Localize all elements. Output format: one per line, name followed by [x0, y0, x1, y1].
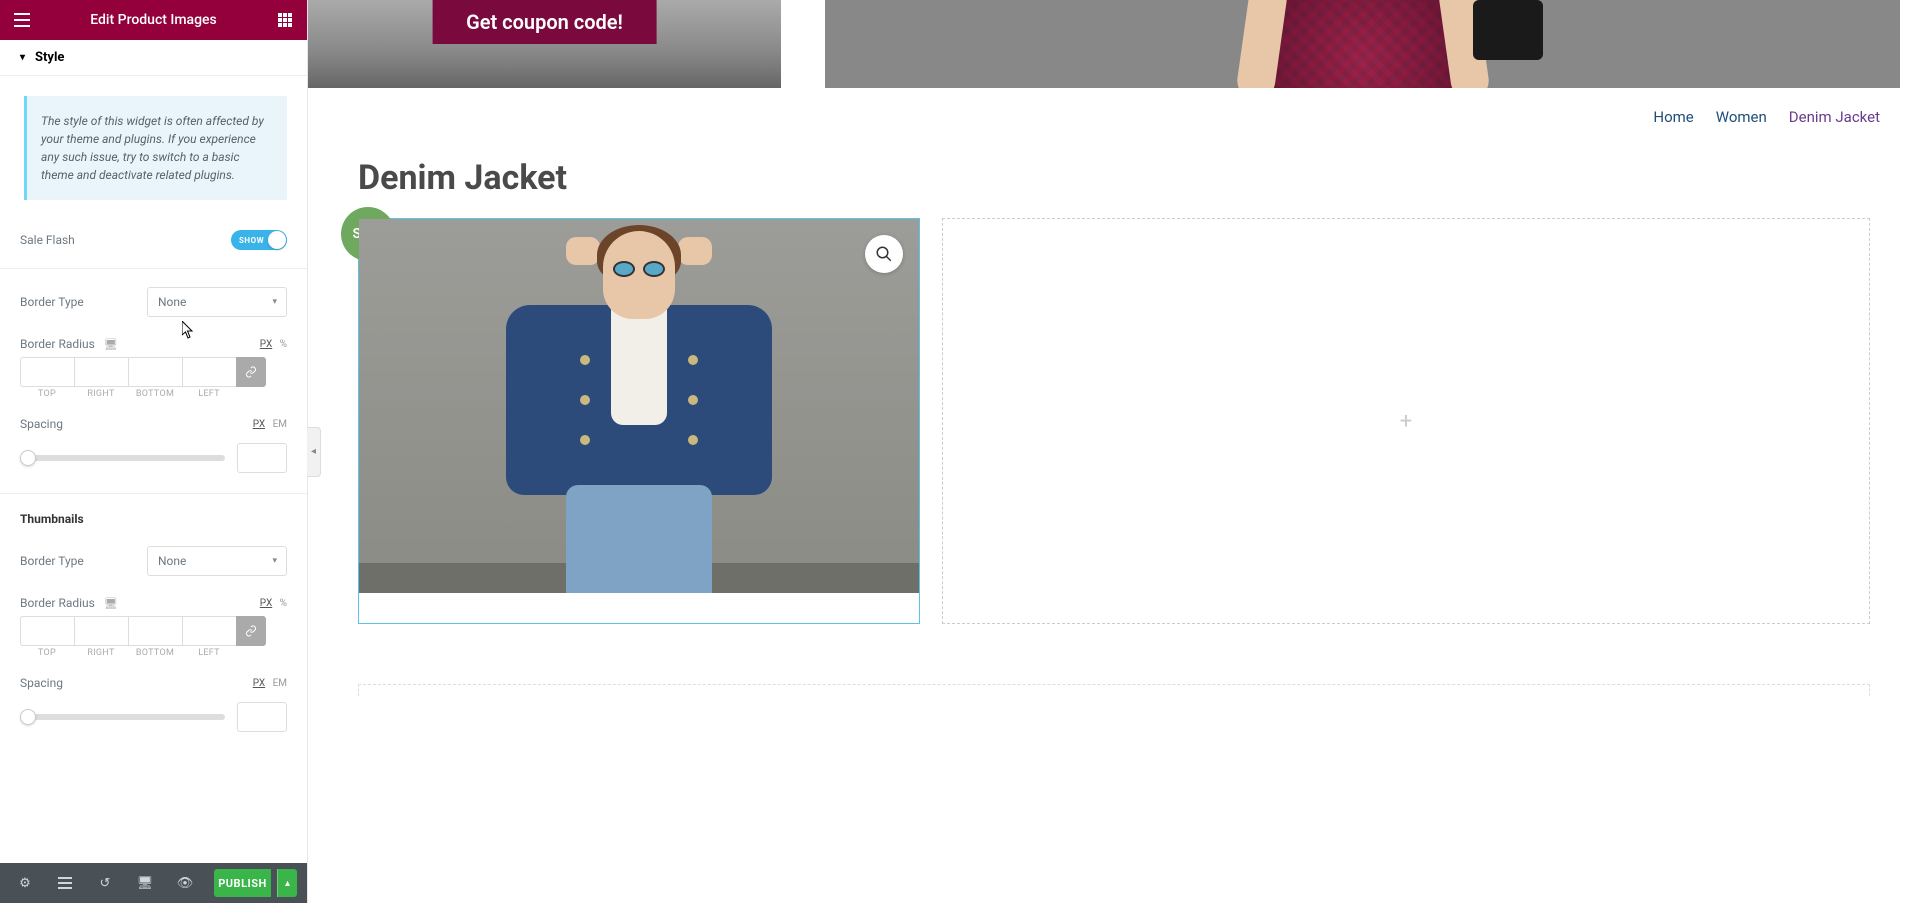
accordion-label: Style: [35, 50, 64, 65]
publish-options[interactable]: ▴: [277, 869, 297, 897]
spacing-input[interactable]: [237, 443, 287, 473]
border-radius-inputs: [0, 357, 307, 387]
thumb-spacing-label: Spacing PX EM: [0, 666, 307, 696]
banner-right[interactable]: [825, 0, 1900, 88]
panel-footer: ⚙ ↺ 🖥 👁 PUBLISH ▴: [0, 863, 307, 903]
panel-scroll[interactable]: The style of this widget is often affect…: [0, 76, 307, 863]
unit-em[interactable]: EM: [273, 678, 287, 689]
border-radius-left[interactable]: [182, 357, 236, 387]
control-border-type: Border Type None ▾: [0, 268, 307, 327]
thumbnail-strip: [359, 593, 919, 623]
hero-banners: Get coupon code!: [308, 0, 1920, 88]
elementor-panel: Edit Product Images ▾ Style The style of…: [0, 0, 308, 903]
thumb-radius-top[interactable]: [20, 616, 74, 646]
thumb-radius-bottom[interactable]: [128, 616, 182, 646]
publish-button[interactable]: PUBLISH: [214, 869, 271, 897]
breadcrumb-women[interactable]: Women: [1716, 108, 1767, 126]
sale-flash-label: Sale Flash: [20, 233, 75, 247]
unit-px[interactable]: PX: [260, 598, 272, 609]
control-border-radius-label: Border Radius 🖥 PX %: [0, 327, 307, 357]
navigator-icon[interactable]: [46, 863, 84, 903]
thumb-border-radius-label: Border Radius 🖥 PX %: [0, 586, 307, 616]
panel-header: Edit Product Images: [0, 0, 307, 40]
unit-pct[interactable]: %: [280, 339, 287, 350]
slider-thumb[interactable]: [20, 450, 36, 466]
thumb-spacing-slider-row: [0, 696, 307, 746]
unit-em[interactable]: EM: [273, 419, 287, 430]
breadcrumb-current: Denim Jacket: [1789, 108, 1880, 126]
unit-px[interactable]: PX: [253, 678, 265, 689]
panel-title: Edit Product Images: [32, 12, 275, 28]
link-values-button[interactable]: [236, 357, 266, 387]
responsive-icon[interactable]: 🖥: [126, 863, 164, 903]
thumb-border-radius-inputs: [0, 616, 307, 646]
border-radius-bottom[interactable]: [128, 357, 182, 387]
sale-flash-toggle[interactable]: SHOW: [231, 230, 287, 250]
slider-thumb[interactable]: [20, 709, 36, 725]
caret-down-icon: ▾: [20, 52, 25, 63]
border-type-label: Border Type: [20, 295, 84, 309]
spacing-slider[interactable]: [20, 455, 225, 461]
unit-pct[interactable]: %: [280, 598, 287, 609]
thumbnails-heading: Thumbnails: [0, 493, 307, 536]
editor-canvas[interactable]: Get coupon code! Home Women Denim Jacket…: [308, 0, 1920, 903]
unit-px[interactable]: PX: [260, 339, 272, 350]
border-radius-right[interactable]: [74, 357, 128, 387]
breadcrumbs: Home Women Denim Jacket: [308, 88, 1920, 134]
thumb-radius-right[interactable]: [74, 616, 128, 646]
toggle-knob: [268, 231, 286, 249]
product-images-widget[interactable]: Sale!: [358, 218, 920, 624]
product-title: Denim Jacket: [308, 134, 1920, 218]
thumb-border-type-select[interactable]: None: [147, 546, 287, 576]
thumb-spacing-input[interactable]: [237, 702, 287, 732]
spacing-slider-row: [0, 437, 307, 487]
product-main-image[interactable]: [359, 219, 919, 593]
zoom-icon[interactable]: [865, 235, 903, 273]
control-spacing-label: Spacing PX EM: [0, 407, 307, 437]
breadcrumb-home[interactable]: Home: [1653, 108, 1693, 126]
thumb-radius-left[interactable]: [182, 616, 236, 646]
coupon-button[interactable]: Get coupon code!: [432, 0, 657, 44]
add-widget-area[interactable]: +: [942, 218, 1870, 624]
style-info-notice: The style of this widget is often affect…: [24, 96, 287, 200]
accordion-style[interactable]: ▾ Style: [0, 40, 307, 76]
widgets-grid-icon[interactable]: [275, 10, 295, 30]
collapse-panel-icon[interactable]: ◂: [307, 427, 321, 477]
settings-icon[interactable]: ⚙: [6, 863, 44, 903]
link-values-button[interactable]: [236, 616, 266, 646]
thumb-border-type: Border Type None ▾: [0, 536, 307, 586]
border-radius-top[interactable]: [20, 357, 74, 387]
desktop-icon[interactable]: 🖥: [104, 338, 118, 351]
menu-icon[interactable]: [12, 10, 32, 30]
add-section-placeholder[interactable]: [358, 684, 1870, 696]
desktop-icon[interactable]: 🖥: [104, 597, 118, 610]
product-row: Sale!: [308, 218, 1920, 644]
history-icon[interactable]: ↺: [86, 863, 124, 903]
plus-icon: +: [1400, 409, 1412, 434]
unit-px[interactable]: PX: [253, 419, 265, 430]
thumb-spacing-slider[interactable]: [20, 714, 225, 720]
control-sale-flash: Sale Flash SHOW: [0, 220, 307, 260]
banner-left[interactable]: Get coupon code!: [308, 0, 781, 88]
border-type-select[interactable]: None: [147, 287, 287, 317]
preview-icon[interactable]: 👁: [166, 863, 204, 903]
